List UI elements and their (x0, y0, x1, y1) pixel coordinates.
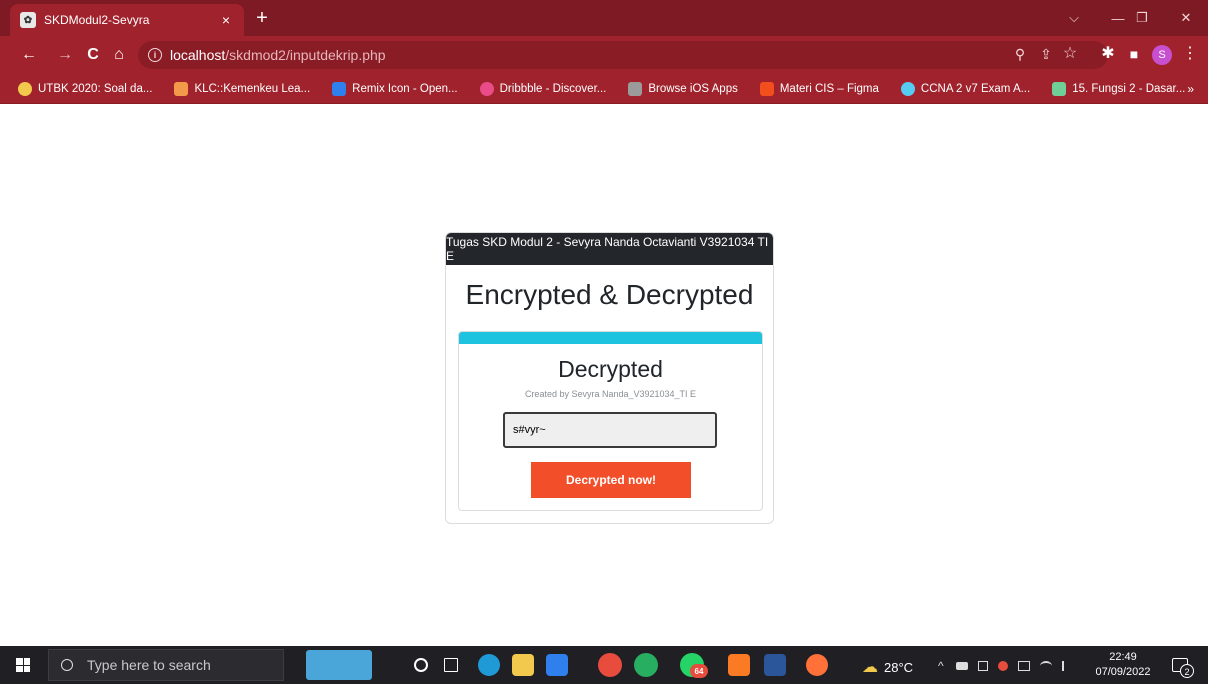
bookmark-label: Dribbble - Discover... (499, 82, 607, 95)
search-highlight-icon[interactable] (306, 650, 372, 680)
decrypt-panel: Decrypted Created by Sevyra Nanda_V39210… (458, 331, 763, 511)
bookmark-label: UTBK 2020: Soal da... (38, 82, 153, 95)
xampp-icon[interactable] (728, 654, 750, 676)
bookmark-label: Materi CIS – Figma (779, 82, 879, 95)
file-explorer-icon[interactable] (512, 654, 534, 676)
tray-chevron-icon[interactable]: ^ (938, 659, 944, 673)
bookmark-item[interactable]: Materi CIS – Figma (759, 81, 879, 96)
bookmark-icon (1052, 81, 1067, 96)
side-panel-icon[interactable]: ■ (1124, 44, 1144, 64)
bookmark-icon (479, 81, 494, 96)
antivirus-icon[interactable] (998, 661, 1008, 671)
bookmark-icon (174, 81, 189, 96)
profile-avatar[interactable]: S (1152, 45, 1172, 65)
home-button[interactable]: ⌂ (108, 44, 130, 66)
panel-title: Decrypted (558, 356, 663, 382)
taskbar-search-placeholder: Type here to search (87, 657, 211, 673)
edge-icon[interactable] (478, 654, 500, 676)
word-icon[interactable] (764, 654, 786, 676)
firefox-icon[interactable] (806, 654, 828, 676)
cipher-text-input[interactable] (503, 412, 717, 448)
system-clock[interactable]: 22:49 07/09/2022 (1092, 650, 1154, 680)
back-button[interactable]: ← (18, 44, 40, 66)
bookmark-label: KLC::Kemenkeu Lea... (194, 82, 311, 95)
zoom-icon[interactable]: ⚲ (1010, 44, 1030, 64)
taskbar-search[interactable]: Type here to search (48, 649, 284, 681)
clock-time: 22:49 (1109, 651, 1137, 663)
new-tab-button[interactable]: + (250, 6, 274, 30)
bookmark-item[interactable]: Browse iOS Apps (628, 81, 738, 96)
display-icon[interactable] (1018, 661, 1030, 671)
weather-temp: 28°C (884, 659, 914, 675)
site-info-icon[interactable]: i (148, 48, 162, 62)
bookmark-star-icon[interactable]: ☆ (1060, 44, 1080, 64)
restore-button[interactable]: ❐ (1120, 0, 1164, 36)
url-path: /skdmod2/inputdekrip.php (225, 47, 386, 63)
bookmark-item[interactable]: Remix Icon - Open... (332, 81, 458, 96)
tab-strip: ✿ SKDModul2-Sevyra × + ⌵ — ❐ ✕ (0, 0, 1208, 36)
bookmark-item[interactable]: Dribbble - Discover... (479, 81, 607, 96)
main-card: Tugas SKD Modul 2 - Sevyra Nanda Octavia… (445, 232, 774, 524)
bookmark-label: Browse iOS Apps (648, 82, 738, 95)
windows-start-icon[interactable] (16, 658, 30, 672)
bookmark-item[interactable]: UTBK 2020: Soal da... (18, 81, 153, 96)
clock-date: 07/09/2022 (1095, 666, 1151, 678)
address-bar[interactable]: i localhost/skdmod2/inputdekrip.php (138, 41, 1108, 69)
wifi-icon[interactable] (1040, 661, 1052, 671)
tab-close-icon[interactable]: × (218, 12, 234, 28)
bookmark-icon (900, 81, 915, 96)
more-bookmarks-icon[interactable]: » (1187, 82, 1194, 96)
tab-title: SKDModul2-Sevyra (44, 13, 150, 27)
bookmark-icon (628, 81, 643, 96)
search-icon (61, 659, 73, 671)
tab-search-icon[interactable]: ⌵ (1052, 0, 1096, 36)
panel-accent-bar (459, 332, 762, 344)
browser-toolbar: ← → C ⌂ i localhost/skdmod2/inputdekrip.… (0, 36, 1208, 74)
volume-icon[interactable] (1062, 661, 1072, 671)
extensions-icon[interactable]: ✱ (1098, 44, 1118, 64)
chrome-icon[interactable] (634, 653, 658, 677)
whatsapp-badge: 64 (690, 664, 708, 678)
close-window-button[interactable]: ✕ (1164, 0, 1208, 36)
task-view-icon[interactable] (444, 658, 458, 672)
panel-subtitle: Created by Sevyra Nanda_V3921034_TI E (524, 389, 697, 399)
weather-widget[interactable]: ☁ 28°C (862, 657, 913, 677)
bookmark-label: 15. Fungsi 2 - Dasar... (1072, 82, 1186, 95)
windows-taskbar: Type here to search 64 ☁ 28°C ^ 22:49 07… (0, 646, 1208, 684)
url-host: localhost (170, 47, 226, 63)
bookmark-item[interactable]: CCNA 2 v7 Exam A... (900, 81, 1031, 96)
menu-icon[interactable]: ⋮ (1180, 44, 1200, 64)
bookmark-label: CCNA 2 v7 Exam A... (920, 82, 1031, 95)
bookmark-item[interactable]: 15. Fungsi 2 - Dasar... (1052, 81, 1186, 96)
browser-tab[interactable]: ✿ SKDModul2-Sevyra × (10, 4, 244, 36)
bookmark-label: Remix Icon - Open... (352, 82, 458, 95)
notification-count: 2 (1180, 664, 1194, 678)
vscode-icon[interactable] (546, 654, 568, 676)
battery-icon[interactable] (956, 662, 968, 670)
chrome-profile-icon[interactable] (598, 653, 622, 677)
bookmark-icon (18, 81, 32, 96)
bookmark-icon (759, 81, 774, 96)
decrypt-button[interactable]: Decrypted now! (531, 462, 691, 498)
tab-favicon-icon: ✿ (20, 12, 36, 28)
bookmarks-bar: UTBK 2020: Soal da... KLC::Kemenkeu Lea.… (0, 74, 1208, 104)
forward-button[interactable]: → (54, 44, 76, 66)
cortana-icon[interactable] (414, 658, 428, 672)
reload-button[interactable]: C (82, 44, 104, 66)
page-title: Encrypted & Decrypted (465, 279, 754, 310)
weather-icon: ☁ (862, 659, 878, 676)
bookmark-icon (332, 81, 347, 96)
onedrive-icon[interactable] (978, 661, 988, 671)
card-header: Tugas SKD Modul 2 - Sevyra Nanda Octavia… (446, 233, 773, 265)
bookmark-item[interactable]: KLC::Kemenkeu Lea... (174, 81, 311, 96)
page-content: Tugas SKD Modul 2 - Sevyra Nanda Octavia… (0, 104, 1208, 646)
share-icon[interactable]: ⇪ (1036, 44, 1056, 64)
